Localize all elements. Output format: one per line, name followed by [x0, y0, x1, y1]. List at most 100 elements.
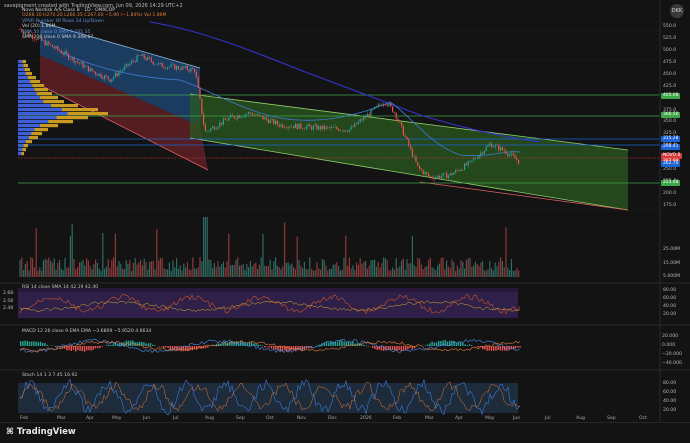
macd-hist-bar	[325, 342, 328, 346]
volume-bar	[158, 260, 160, 277]
macd-hist-bar	[460, 342, 462, 346]
volume-bar	[359, 258, 361, 277]
candle	[44, 40, 46, 46]
candle	[253, 114, 255, 116]
volume-bar	[453, 262, 455, 277]
volume-bar	[473, 265, 475, 277]
candle	[154, 64, 156, 65]
price-tick: 550.0	[663, 24, 677, 29]
candle	[498, 145, 500, 151]
price-tick: 450.0	[663, 71, 677, 77]
macd-hist-bar	[266, 346, 268, 347]
time-tick: Sep	[236, 416, 245, 421]
candle	[158, 63, 160, 65]
candle	[188, 69, 190, 72]
candle	[120, 71, 122, 73]
volume-bar	[455, 270, 457, 277]
macd-hist-bar	[409, 346, 411, 348]
candle	[474, 158, 476, 160]
volume-bar	[98, 268, 100, 277]
volume-bar	[242, 263, 244, 277]
volume-bar	[168, 262, 170, 277]
volume-bar	[372, 259, 374, 277]
candle	[302, 128, 304, 129]
volume-bar	[327, 270, 329, 277]
volume-bar	[41, 270, 43, 277]
candle	[237, 115, 239, 119]
volume-bar	[221, 264, 223, 277]
volume-bar	[397, 268, 399, 277]
macd-hist-bar	[143, 342, 145, 346]
volume-bar	[91, 269, 93, 277]
volume-bar	[428, 260, 430, 277]
price-chart-canvas[interactable]	[0, 0, 690, 443]
time-tick: Feb	[393, 416, 402, 421]
candle	[201, 98, 203, 114]
candle	[361, 119, 363, 121]
candle	[516, 158, 518, 160]
macd-hist-bar	[497, 346, 499, 351]
macd-hist-bar	[97, 346, 99, 349]
rsi-left-tick: 2.58	[3, 299, 14, 304]
volume-bar	[30, 257, 32, 277]
candle	[172, 64, 174, 65]
volume-tick: 5.000M	[663, 274, 681, 279]
candle	[149, 57, 151, 59]
volume-bar	[424, 266, 426, 277]
candle	[143, 54, 145, 59]
candle	[413, 156, 415, 157]
volume-bar	[311, 268, 313, 277]
candle	[113, 76, 115, 80]
candle	[467, 161, 469, 166]
volume-bar	[489, 261, 491, 277]
macd-hist-bar	[20, 341, 22, 346]
candle	[118, 72, 120, 76]
candle	[50, 44, 52, 45]
macd-hist-bar	[468, 344, 471, 346]
price-badge: 405.08	[661, 93, 681, 100]
time-tick: Jun	[513, 416, 521, 421]
time-tick: Jul	[173, 416, 179, 421]
volume-bar	[149, 262, 151, 277]
volume-bar	[33, 267, 35, 277]
candle	[356, 123, 358, 125]
candle	[262, 115, 264, 120]
volume-bar	[114, 233, 116, 277]
price-badge: 298.41	[661, 144, 681, 151]
candle	[363, 116, 365, 121]
volume-bar	[478, 266, 480, 277]
vpvr-down-bar	[36, 92, 52, 96]
volume-bar	[368, 265, 370, 277]
macd-hist-bar	[46, 344, 48, 346]
volume-bar	[345, 235, 347, 277]
candle	[111, 79, 113, 82]
macd-hist-bar	[70, 346, 72, 351]
candle	[456, 170, 458, 171]
volume-bar	[195, 268, 197, 277]
candle	[75, 61, 77, 63]
volume-bar	[438, 263, 440, 277]
macd-hist-bar	[147, 343, 149, 346]
candle	[275, 120, 277, 124]
candle	[455, 170, 457, 173]
macd-hist-bar	[26, 340, 28, 346]
volume-bar	[278, 267, 280, 277]
volume-bar	[125, 260, 127, 277]
candle	[354, 123, 356, 128]
macd-hist-bar	[405, 346, 407, 351]
volume-bar	[213, 262, 215, 277]
volume-bar	[388, 270, 390, 277]
vpvr-down-bar	[34, 128, 48, 132]
volume-bar	[156, 229, 158, 277]
volume-bar	[415, 267, 417, 277]
time-tick: Jun	[143, 416, 151, 421]
vpvr-up-bar	[18, 76, 28, 80]
macd-hist-bar	[37, 342, 39, 346]
vpvr-up-bar	[18, 124, 40, 128]
vpvr-up-bar	[18, 152, 22, 156]
candle	[329, 127, 331, 129]
volume-bar	[64, 257, 66, 277]
volume-bar	[118, 261, 120, 277]
volume-bar	[50, 260, 52, 277]
chart-window: savepigment created with TradingView.com…	[0, 0, 690, 443]
